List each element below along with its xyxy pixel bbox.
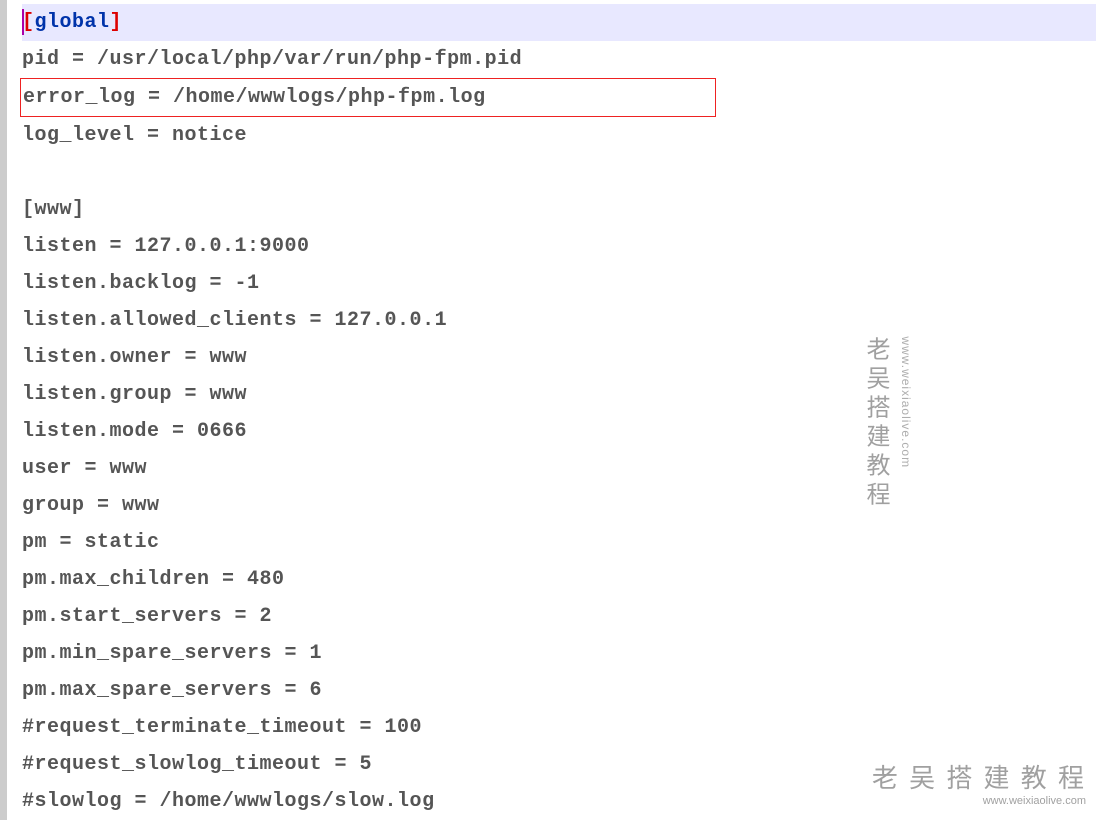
config-line-pm-max-spare-servers[interactable]: pm.max_spare_servers = 6: [22, 672, 1096, 709]
text-cursor: [22, 9, 24, 35]
section-name-www: www: [35, 198, 73, 221]
watermark-right-url: www.weixiaolive.com: [899, 336, 913, 468]
config-line-pm-min-spare-servers[interactable]: pm.min_spare_servers = 1: [22, 635, 1096, 672]
watermark-right: 老吴搭建教程 www.weixiaolive.com: [858, 336, 1088, 510]
bracket-close: ]: [72, 198, 85, 221]
config-line-pm-max-children[interactable]: pm.max_children = 480: [22, 561, 1096, 598]
section-header-www[interactable]: [www]: [22, 191, 1096, 228]
config-line-request-terminate-timeout[interactable]: #request_terminate_timeout = 100: [22, 709, 1096, 746]
blank-line[interactable]: [22, 154, 1096, 191]
config-line-log-level[interactable]: log_level = notice: [22, 117, 1096, 154]
config-line-listen-backlog[interactable]: listen.backlog = -1: [22, 265, 1096, 302]
bracket-close: ]: [110, 11, 123, 34]
config-line-listen[interactable]: listen = 127.0.0.1:9000: [22, 228, 1096, 265]
watermark-bottom: 老 吴 搭 建 教 程 www.weixiaolive.com: [872, 758, 1086, 807]
section-name-global: global: [35, 11, 110, 34]
section-header-global[interactable]: [global]: [22, 4, 1096, 41]
config-line-error-log[interactable]: error_log = /home/wwwlogs/php-fpm.log: [23, 79, 715, 116]
watermark-right-cn: 老吴搭建教程: [858, 336, 893, 510]
watermark-bottom-text: 老 吴 搭 建 教 程: [872, 763, 1086, 793]
bracket-open: [: [22, 198, 35, 221]
watermark-bottom-url: www.weixiaolive.com: [872, 795, 1086, 807]
config-line-listen-allowed-clients[interactable]: listen.allowed_clients = 127.0.0.1: [22, 302, 1096, 339]
config-line-pm-start-servers[interactable]: pm.start_servers = 2: [22, 598, 1096, 635]
config-line-pm[interactable]: pm = static: [22, 524, 1096, 561]
highlighted-error-log-box: error_log = /home/wwwlogs/php-fpm.log: [20, 78, 716, 117]
config-line-pid[interactable]: pid = /usr/local/php/var/run/php-fpm.pid: [22, 41, 1096, 78]
